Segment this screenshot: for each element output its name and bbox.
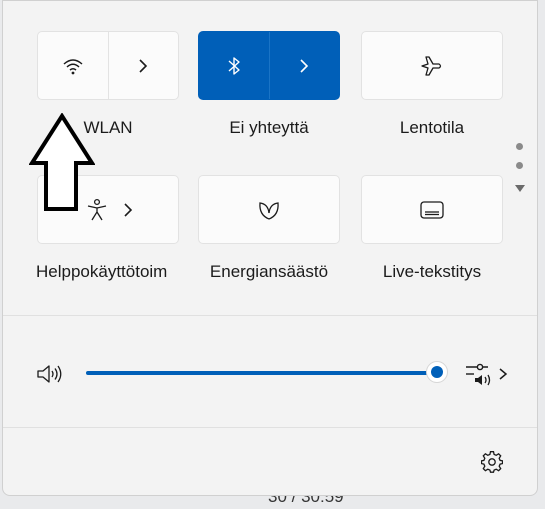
chevron-right-icon [499,368,508,380]
gear-icon [481,451,503,473]
bluetooth-expand-button[interactable] [270,32,340,99]
triangle-down-icon [515,184,525,192]
audio-settings-icon [466,363,491,386]
wifi-icon [63,58,83,74]
energy-saver-label: Energiansäästö [209,262,329,281]
chevron-right-icon [124,202,133,217]
wlan-expand-button[interactable] [109,32,179,99]
wlan-toggle-button[interactable] [38,32,108,99]
wlan-tile[interactable] [37,31,179,100]
speaker-icon [37,365,62,383]
chevron-right-icon [300,58,309,73]
divider [3,427,537,428]
page-indicator-dot[interactable] [516,162,523,169]
volume-slider-thumb[interactable] [426,361,448,383]
bluetooth-label: Ei yhteyttä [229,118,309,137]
airplane-label: Lentotila [399,118,465,137]
live-captions-tile[interactable] [361,175,503,244]
airplane-icon [421,55,442,76]
accessibility-label: Helppokäyttötoim [36,262,168,281]
airplane-tile[interactable] [361,31,503,100]
divider [3,315,537,316]
chevron-right-icon [139,58,148,73]
bluetooth-toggle-button[interactable] [199,32,269,99]
page-down-button[interactable] [513,182,527,194]
page-indicator-dot[interactable] [516,143,523,150]
leaf-icon [259,201,279,220]
bluetooth-icon [228,56,240,75]
bluetooth-tile[interactable] [198,31,340,100]
live-captions-label: Live-tekstitys [382,262,482,281]
captions-icon [420,200,444,219]
settings-button[interactable] [479,449,505,475]
volume-slider-track[interactable] [86,371,438,375]
up-arrow-annotation [29,113,95,211]
audio-output-button[interactable] [463,362,509,386]
energy-saver-tile[interactable] [198,175,340,244]
mute-button[interactable] [36,362,64,386]
